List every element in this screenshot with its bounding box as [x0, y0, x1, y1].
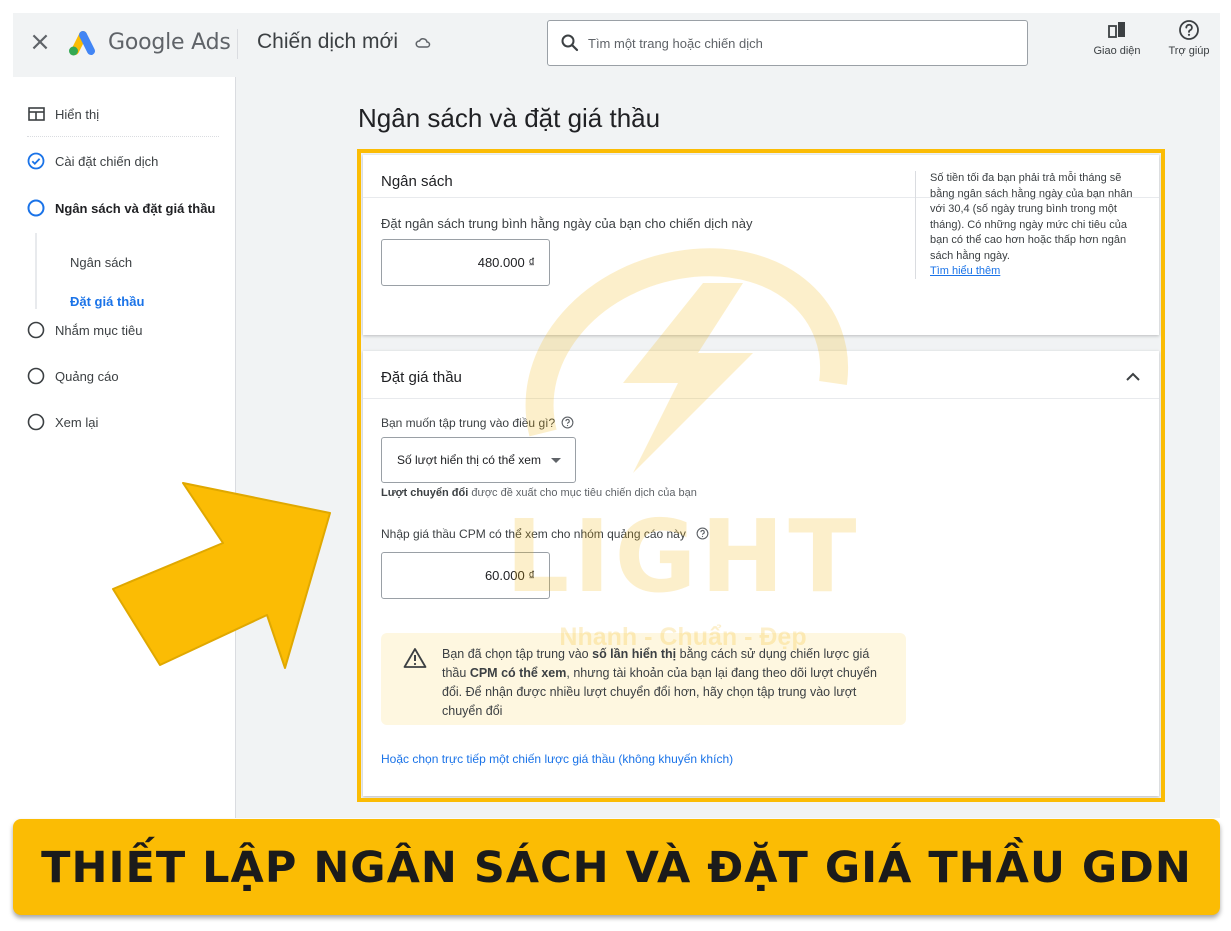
sidebar-item-label: Quảng cáo — [55, 368, 119, 384]
app-window: × Google Ads Chiến dịch mới Giao diện — [13, 13, 1220, 818]
sidebar-item-targeting[interactable]: Nhắm mục tiêu — [27, 320, 142, 340]
sidebar-item-label: Xem lại — [55, 414, 99, 430]
substep-line — [35, 233, 37, 309]
close-icon[interactable]: × — [29, 29, 51, 55]
daily-budget-input[interactable]: 480.000 ₫ — [381, 239, 550, 286]
help-button[interactable]: Trợ giúp — [1161, 19, 1217, 57]
empty-circle-icon — [27, 413, 45, 431]
budget-info-note: Số tiền tối đa bạn phải trả mỗi tháng sẽ… — [915, 171, 1147, 279]
empty-circle-icon — [27, 367, 45, 385]
budget-label: Đặt ngân sách trung bình hằng ngày của b… — [381, 216, 753, 231]
warning-icon — [403, 648, 427, 668]
help-label: Trợ giúp — [1168, 45, 1210, 57]
focus-select[interactable]: Số lượt hiển thị có thể xem — [381, 437, 576, 483]
logo-text: Google Ads — [108, 30, 231, 55]
sidebar-item-review[interactable]: Xem lại — [27, 412, 98, 432]
empty-circle-icon — [27, 321, 45, 339]
check-circle-icon — [27, 152, 45, 170]
top-bar: × Google Ads Chiến dịch mới Giao diện — [13, 13, 1220, 77]
pointer-arrow-icon — [112, 482, 331, 669]
header-divider — [237, 29, 238, 59]
warning-part: Bạn đã chọn tập trung vào — [442, 647, 593, 661]
sidebar-display-toggle[interactable]: Hiển thị — [27, 104, 99, 124]
sidebar-subitem-bidding[interactable]: Đặt giá thầu — [70, 294, 144, 309]
focus-select-value: Số lượt hiển thị có thể xem — [397, 453, 541, 467]
sidebar-item-budget-bidding[interactable]: Ngân sách và đặt giá thầu — [27, 198, 215, 218]
cpm-label-row: Nhập giá thầu CPM có thể xem cho nhóm qu… — [381, 527, 709, 541]
hint-rest: được đề xuất cho mục tiêu chiến dịch của… — [468, 487, 697, 499]
hint-bold: Lượt chuyển đổi — [381, 487, 469, 499]
focus-label-row: Bạn muốn tập trung vào điều gì? — [381, 416, 574, 430]
bidding-card: Đặt giá thầu Bạn muốn tập trung vào điều… — [363, 351, 1159, 796]
warning-box: Bạn đã chọn tập trung vào số lần hiển th… — [381, 633, 906, 725]
sidebar-item-label: Ngân sách và đặt giá thầu — [55, 200, 216, 216]
search-icon — [561, 34, 579, 52]
warning-bold: số lần hiển thị — [592, 647, 677, 661]
cpm-label: Nhập giá thầu CPM có thể xem cho nhóm qu… — [381, 527, 686, 541]
title-banner: THIẾT LẬP NGÂN SÁCH VÀ ĐẶT GIÁ THẦU GDN — [13, 819, 1220, 915]
warning-text: Bạn đã chọn tập trung vào số lần hiển th… — [442, 645, 890, 721]
appearance-label: Giao diện — [1093, 45, 1141, 57]
cpm-bid-input[interactable]: 60.000 ₫ — [381, 552, 550, 599]
sidebar-subitem-budget[interactable]: Ngân sách — [70, 255, 132, 270]
bidding-heading: Đặt giá thầu — [381, 369, 462, 386]
search-box[interactable] — [547, 20, 1028, 66]
banner-text: THIẾT LẬP NGÂN SÁCH VÀ ĐẶT GIÁ THẦU GDN — [41, 843, 1192, 893]
sidebar: Hiển thị Cài đặt chiến dịch Ngân sách và… — [13, 77, 236, 818]
layout-icon — [27, 105, 45, 123]
help-circle-icon[interactable] — [696, 527, 709, 540]
help-circle-icon[interactable] — [561, 416, 574, 429]
budget-note-text: Số tiền tối đa bạn phải trả mỗi tháng sẽ… — [930, 172, 1133, 262]
sidebar-divider — [27, 136, 219, 137]
sidebar-item-label: Nhắm mục tiêu — [55, 322, 143, 338]
chevron-up-icon[interactable] — [1123, 367, 1143, 387]
focus-label: Bạn muốn tập trung vào điều gì? — [381, 416, 556, 430]
current-step-circle-icon — [27, 199, 45, 217]
campaign-title: Chiến dịch mới — [257, 30, 398, 53]
card-divider — [363, 398, 1159, 399]
sidebar-item-label: Cài đặt chiến dịch — [55, 153, 159, 169]
page-title: Ngân sách và đặt giá thầu — [358, 103, 661, 133]
learn-more-link[interactable]: Tìm hiểu thêm — [930, 264, 1147, 280]
google-ads-logo-icon — [69, 31, 95, 56]
sidebar-item-ads[interactable]: Quảng cáo — [27, 366, 119, 386]
warning-bold: CPM có thể xem — [469, 666, 567, 680]
sidebar-display-label: Hiển thị — [55, 106, 100, 122]
focus-hint: Lượt chuyển đổi được đề xuất cho mục tiê… — [381, 487, 697, 499]
sidebar-item-campaign-settings[interactable]: Cài đặt chiến dịch — [27, 151, 158, 171]
budget-heading: Ngân sách — [381, 173, 453, 190]
search-input[interactable] — [588, 31, 1008, 55]
help-icon — [1179, 20, 1199, 40]
appearance-button[interactable]: Giao diện — [1087, 19, 1147, 57]
budget-card: Ngân sách Đặt ngân sách trung bình hằng … — [363, 155, 1159, 335]
manual-strategy-link[interactable]: Hoặc chọn trực tiếp một chiến lược giá t… — [381, 752, 733, 766]
cloud-saved-icon — [415, 38, 431, 48]
appearance-icon — [1108, 22, 1125, 38]
dropdown-caret-icon — [551, 458, 561, 463]
